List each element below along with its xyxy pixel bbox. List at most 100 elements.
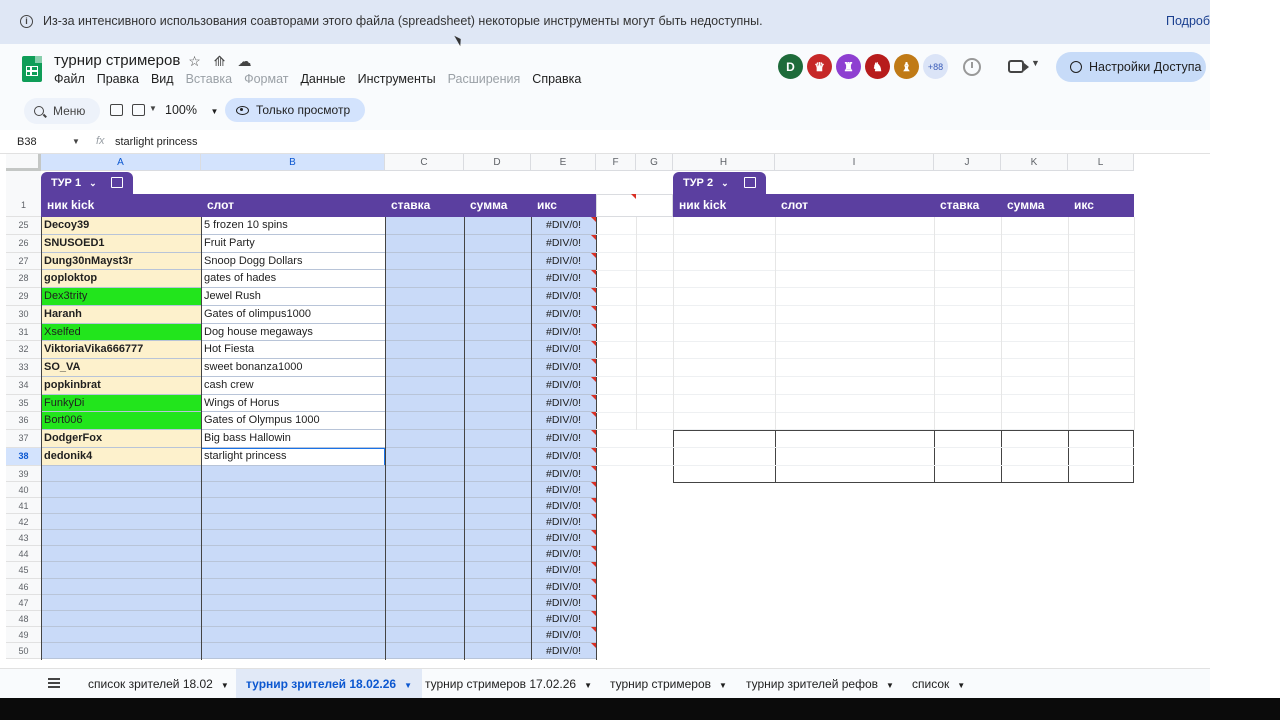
sheet-tab[interactable]: список ▼ bbox=[902, 669, 975, 698]
nick-cell[interactable]: SNUSOED1 bbox=[41, 234, 201, 253]
sum-cell[interactable] bbox=[464, 578, 531, 595]
row-header[interactable]: 41 bbox=[6, 497, 41, 514]
column-header-b[interactable]: B bbox=[201, 154, 385, 171]
sum-cell[interactable] bbox=[464, 341, 531, 360]
sum-cell[interactable] bbox=[464, 252, 531, 271]
nick-cell[interactable]: Dex3trity bbox=[41, 288, 201, 306]
multiplier-cell[interactable]: #DIV/0! bbox=[531, 270, 596, 289]
bet-cell[interactable] bbox=[385, 376, 464, 395]
bet-cell[interactable] bbox=[385, 217, 464, 235]
row-header[interactable]: 47 bbox=[6, 594, 41, 611]
menu-search[interactable]: Меню bbox=[24, 98, 100, 124]
sheet-tab[interactable]: турнир зрителей рефов ▼ bbox=[736, 669, 904, 698]
move-to-folder-icon[interactable]: ⟰ bbox=[212, 54, 227, 69]
slot-cell[interactable]: Gates of Olympus 1000 bbox=[201, 412, 385, 431]
table1-header-4[interactable]: икс bbox=[531, 194, 596, 217]
table1-header-3[interactable]: сумма bbox=[464, 194, 531, 217]
row-header[interactable]: 40 bbox=[6, 481, 41, 498]
multiplier-cell[interactable]: #DIV/0! bbox=[531, 341, 596, 360]
nick-cell[interactable] bbox=[41, 546, 201, 563]
slot-cell[interactable] bbox=[201, 546, 385, 563]
sum-cell[interactable] bbox=[464, 288, 531, 306]
bet-cell[interactable] bbox=[385, 497, 464, 514]
slot-cell[interactable]: Snoop Dogg Dollars bbox=[201, 252, 385, 271]
slot-cell[interactable]: cash crew bbox=[201, 376, 385, 395]
column-header-g[interactable]: G bbox=[636, 154, 673, 171]
row-header[interactable]: 28 bbox=[6, 270, 41, 289]
table1-header-0[interactable]: ник kick bbox=[41, 194, 201, 217]
sum-cell[interactable] bbox=[464, 546, 531, 563]
row-header[interactable]: 49 bbox=[6, 627, 41, 644]
meet-video-icon[interactable] bbox=[1008, 60, 1029, 73]
slot-cell[interactable] bbox=[201, 594, 385, 611]
sum-cell[interactable] bbox=[464, 430, 531, 448]
chevron-down-icon[interactable]: ▼ bbox=[957, 681, 965, 690]
multiplier-cell[interactable]: #DIV/0! bbox=[531, 359, 596, 377]
nick-cell[interactable] bbox=[41, 562, 201, 579]
menu-item[interactable]: Правка bbox=[97, 72, 139, 86]
multiplier-cell[interactable]: #DIV/0! bbox=[531, 234, 596, 253]
sum-cell[interactable] bbox=[464, 323, 531, 342]
column-header-i[interactable]: I bbox=[775, 154, 934, 171]
multiplier-cell[interactable]: #DIV/0! bbox=[531, 562, 596, 579]
bet-cell[interactable] bbox=[385, 610, 464, 628]
menu-item[interactable]: Данные bbox=[300, 72, 345, 86]
nick-cell[interactable]: Xselfed bbox=[41, 323, 201, 342]
nick-cell[interactable]: FunkyDi bbox=[41, 394, 201, 413]
nick-cell[interactable]: Decoy39 bbox=[41, 217, 201, 235]
slot-cell[interactable]: gates of hades bbox=[201, 270, 385, 289]
bet-cell[interactable] bbox=[385, 562, 464, 579]
sum-cell[interactable] bbox=[464, 562, 531, 579]
sum-cell[interactable] bbox=[464, 465, 531, 482]
chevron-down-icon[interactable]: ▼ bbox=[72, 137, 80, 146]
bet-cell[interactable] bbox=[385, 359, 464, 377]
multiplier-cell[interactable]: #DIV/0! bbox=[531, 546, 596, 563]
row-header[interactable]: 27 bbox=[6, 252, 41, 271]
slot-cell[interactable] bbox=[201, 481, 385, 498]
sum-cell[interactable] bbox=[464, 217, 531, 235]
menu-item[interactable]: Справка bbox=[532, 72, 581, 86]
bet-cell[interactable] bbox=[385, 288, 464, 306]
row-header[interactable]: 43 bbox=[6, 530, 41, 547]
row-header[interactable]: 38 bbox=[6, 447, 41, 466]
bet-cell[interactable] bbox=[385, 270, 464, 289]
table1-chip[interactable]: ТУР 1 ⌄ bbox=[41, 172, 133, 194]
column-header-d[interactable]: D bbox=[464, 154, 531, 171]
row-header[interactable]: 45 bbox=[6, 562, 41, 579]
sheet-tab[interactable]: турнир зрителей 18.02.26 ▼ bbox=[236, 669, 423, 698]
slot-cell[interactable]: sweet bonanza1000 bbox=[201, 359, 385, 377]
nick-cell[interactable]: Dung30nMayst3r bbox=[41, 252, 201, 271]
bet-cell[interactable] bbox=[385, 305, 464, 324]
sum-cell[interactable] bbox=[464, 627, 531, 644]
slot-cell[interactable]: starlight princess bbox=[201, 447, 385, 466]
column-header-h[interactable]: H bbox=[673, 154, 775, 171]
nick-cell[interactable]: Bort006 bbox=[41, 412, 201, 431]
slot-cell[interactable] bbox=[201, 610, 385, 628]
row-header[interactable]: 26 bbox=[6, 234, 41, 253]
print-icon[interactable] bbox=[110, 104, 123, 116]
multiplier-cell[interactable]: #DIV/0! bbox=[531, 305, 596, 324]
row-header[interactable]: 50 bbox=[6, 643, 41, 660]
slot-cell[interactable] bbox=[201, 643, 385, 660]
multiplier-cell[interactable]: #DIV/0! bbox=[531, 643, 596, 660]
document-title[interactable]: турнир стримеров bbox=[54, 52, 180, 69]
row-header[interactable]: 30 bbox=[6, 305, 41, 324]
nick-cell[interactable] bbox=[41, 497, 201, 514]
row-header[interactable]: 37 bbox=[6, 430, 41, 448]
sum-cell[interactable] bbox=[464, 376, 531, 395]
bet-cell[interactable] bbox=[385, 643, 464, 660]
bet-cell[interactable] bbox=[385, 465, 464, 482]
row-header[interactable]: 46 bbox=[6, 578, 41, 595]
column-header-l[interactable]: L bbox=[1068, 154, 1134, 171]
column-header-c[interactable]: C bbox=[385, 154, 464, 171]
slot-cell[interactable]: Gates of olimpus1000 bbox=[201, 305, 385, 324]
sum-cell[interactable] bbox=[464, 412, 531, 431]
collaborator-avatar[interactable]: ♜ bbox=[836, 54, 861, 79]
row-header[interactable]: 1 bbox=[6, 194, 41, 217]
table-view-icon[interactable] bbox=[111, 177, 123, 188]
multiplier-cell[interactable]: #DIV/0! bbox=[531, 578, 596, 595]
nick-cell[interactable]: Haranh bbox=[41, 305, 201, 324]
multiplier-cell[interactable]: #DIV/0! bbox=[531, 530, 596, 547]
nick-cell[interactable]: goploktop bbox=[41, 270, 201, 289]
table-view-icon[interactable] bbox=[744, 177, 756, 188]
